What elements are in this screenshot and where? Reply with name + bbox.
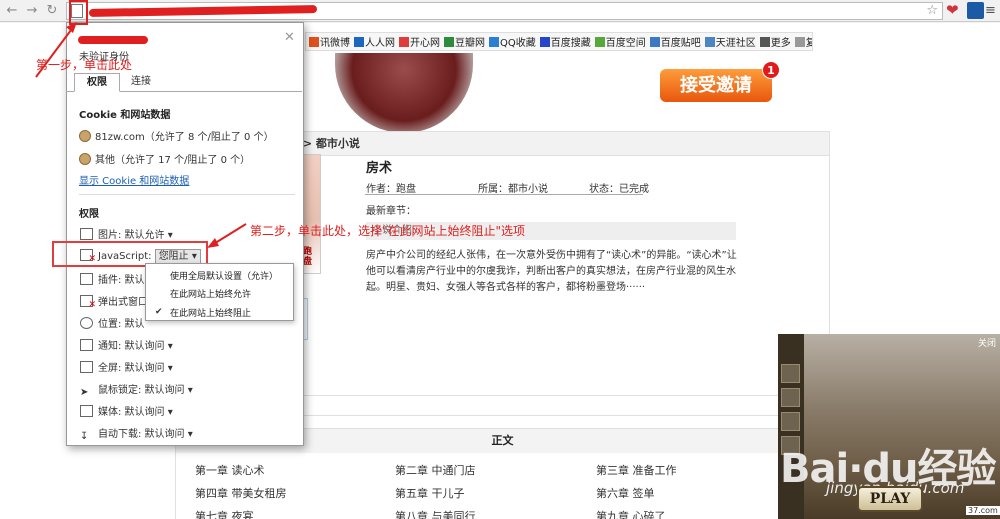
step2-arrowhead	[207, 238, 219, 248]
step1-annotation: 第一步，单击此处	[36, 58, 133, 72]
step2-annotation: 第二步，单击此处，选择"在此网站上始终阻止"选项	[250, 224, 526, 238]
step1-arrowhead	[66, 22, 77, 33]
annotation-arrows	[35, 22, 247, 248]
step2-arrow	[211, 223, 247, 246]
